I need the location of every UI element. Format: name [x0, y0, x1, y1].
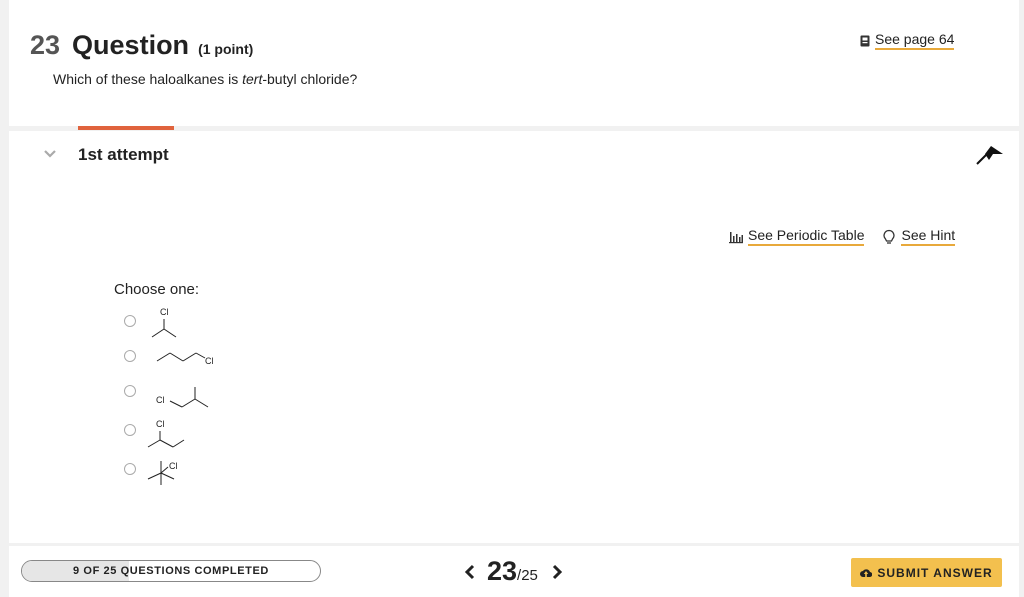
question-number: 23 — [30, 30, 61, 60]
see-periodic-table-link[interactable]: See Periodic Table — [729, 227, 865, 246]
see-hint-link[interactable]: See Hint — [882, 227, 956, 246]
lightbulb-icon — [883, 229, 896, 244]
svg-text:Cl: Cl — [156, 419, 165, 429]
see-periodic-table-label: See Periodic Table — [748, 227, 865, 246]
question-prompt: Which of these haloalkanes is tert-butyl… — [53, 71, 357, 87]
footer-bar: 9 OF 25 QUESTIONS COMPLETED 23 /25 SUBMI… — [9, 546, 1019, 597]
chevron-down-icon[interactable] — [42, 148, 58, 160]
prompt-text-italic: tert — [242, 71, 263, 87]
see-page-label: See page 64 — [875, 31, 955, 50]
molecule-structure: Cl — [147, 461, 178, 485]
current-question-number: 23 — [487, 556, 518, 586]
tools-bar: See Periodic Table See Hint — [729, 227, 956, 246]
question-word: Question — [72, 30, 190, 60]
molecule-structure: Cl — [147, 419, 185, 448]
radio-button[interactable] — [124, 350, 136, 362]
chevron-left-icon[interactable] — [463, 563, 477, 581]
prompt-text-end: -butyl chloride? — [262, 71, 358, 87]
molecule-structure: Cl — [156, 387, 209, 408]
upload-icon — [860, 568, 873, 577]
radio-button[interactable] — [124, 463, 136, 475]
svg-text:Cl: Cl — [160, 307, 169, 317]
bar-chart-icon — [729, 231, 743, 243]
question-points: (1 point) — [198, 41, 254, 57]
progress-text: 9 OF 25 QUESTIONS COMPLETED — [73, 565, 269, 577]
radio-button[interactable] — [124, 424, 136, 436]
see-page-link[interactable]: See page 64 — [860, 31, 955, 50]
progress-indicator: 9 OF 25 QUESTIONS COMPLETED — [21, 560, 321, 582]
molecule-structure: Cl — [156, 352, 214, 366]
chevron-right-icon[interactable] — [550, 563, 564, 581]
question-card: 23 Question (1 point) Which of these hal… — [9, 0, 1019, 126]
choose-one-label: Choose one: — [114, 281, 200, 298]
molecule-structure: Cl — [151, 307, 177, 338]
attempt-tab-indicator — [78, 126, 174, 130]
attempt-title[interactable]: 1st attempt — [78, 145, 169, 165]
svg-text:Cl: Cl — [205, 356, 214, 366]
attempt-card: 1st attempt See Periodic Table See Hint … — [9, 126, 1019, 543]
radio-button[interactable] — [124, 315, 136, 327]
question-pager: 23 /25 — [463, 556, 564, 587]
svg-text:Cl: Cl — [169, 461, 178, 471]
collapse-arrow-icon[interactable] — [975, 144, 1005, 166]
prompt-text-start: Which of these haloalkanes is — [53, 71, 243, 87]
submit-answer-label: SUBMIT ANSWER — [877, 565, 993, 580]
see-hint-label: See Hint — [901, 227, 956, 246]
total-questions: /25 — [517, 567, 538, 584]
submit-answer-button[interactable]: SUBMIT ANSWER — [851, 558, 1002, 587]
question-header: 23 Question (1 point) — [30, 30, 253, 61]
svg-text:Cl: Cl — [156, 395, 165, 405]
book-icon — [860, 35, 870, 46]
radio-button[interactable] — [124, 385, 136, 397]
